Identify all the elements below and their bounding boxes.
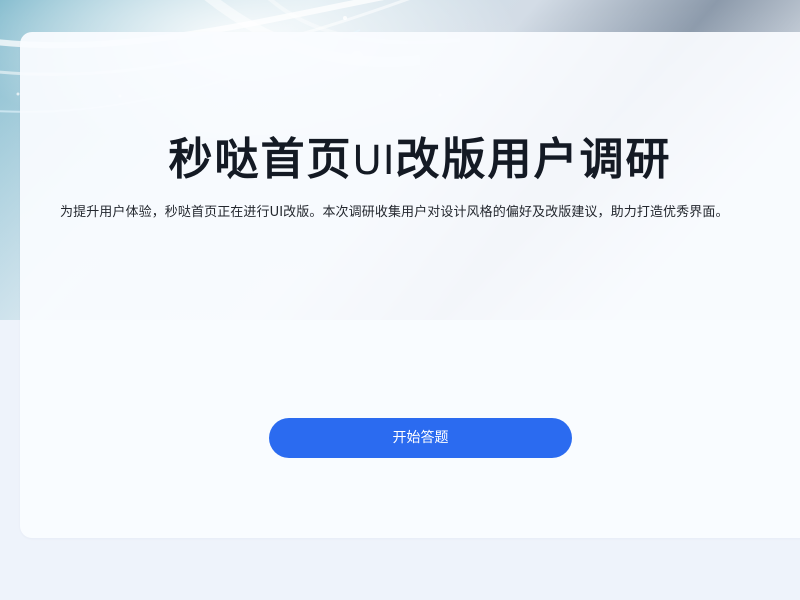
page-title: 秒哒首页UI改版用户调研 <box>0 132 800 189</box>
survey-intro-card <box>20 32 800 538</box>
title-text-part-3: 改版用户调研 <box>395 134 672 185</box>
page-subtitle: 为提升用户体验，秒哒首页正在进行UI改版。本次调研收集用户对设计风格的偏好及改版… <box>60 205 729 220</box>
title-text-part-1: 秒哒首页 <box>168 134 353 185</box>
title-text-part-2: UI <box>352 138 396 184</box>
start-survey-button[interactable]: 开始答题 <box>269 418 572 458</box>
survey-page: 秒哒首页UI改版用户调研 为提升用户体验，秒哒首页正在进行UI改版。本次调研收集… <box>0 0 800 600</box>
